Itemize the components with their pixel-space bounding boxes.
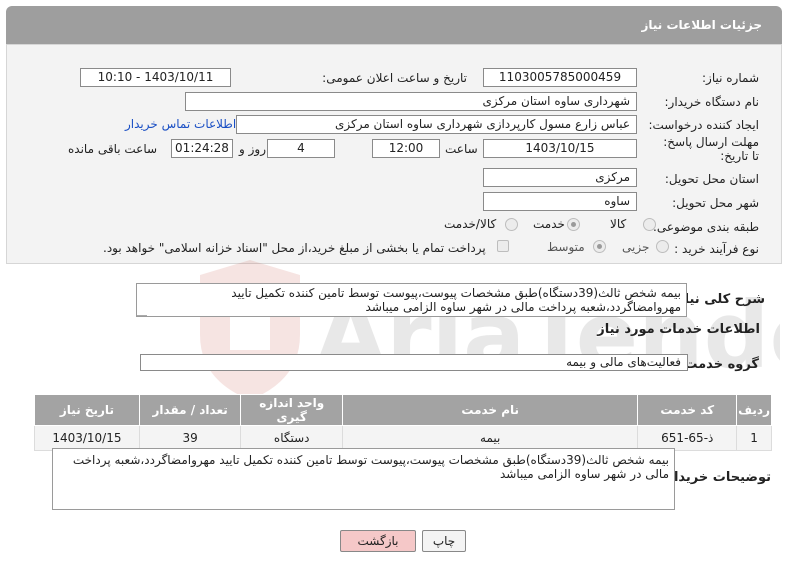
category-radio-goods-service[interactable] (505, 218, 518, 231)
remaining-time-field[interactable]: 01:24:28 (171, 139, 233, 158)
cell-quantity: 39 (138, 425, 242, 451)
process-radio-medium[interactable] (593, 240, 606, 253)
cell-row: 1 (736, 425, 772, 451)
treasury-payment-checkbox[interactable] (497, 240, 509, 252)
services-table-header: ردیف کد خدمت نام خدمت واحد اندازه گیری ت… (34, 394, 772, 426)
services-table: ردیف کد خدمت نام خدمت واحد اندازه گیری ت… (34, 394, 772, 451)
cell-service-name: بیمه (342, 425, 639, 451)
deadline-label: مهلت ارسال پاسخ: تا تاریخ: (663, 135, 759, 163)
print-button[interactable]: چاپ (422, 530, 466, 552)
deadline-date-field[interactable]: 1403/10/15 (483, 139, 637, 158)
page-header: جزئیات اطلاعات نیاز (6, 6, 782, 44)
category-option-service: خدمت (533, 217, 565, 231)
cell-unit: دستگاه (240, 425, 344, 451)
city-label: شهر محل تحویل: (672, 196, 759, 210)
cell-need-date: 1403/10/15 (34, 425, 140, 451)
service-group-field[interactable]: فعالیت‌های مالی و بیمه (140, 354, 688, 371)
services-section-title: اطلاعات خدمات مورد نیاز (597, 322, 760, 337)
buyer-contact-link[interactable]: اطلاعات تماس خریدار (125, 117, 236, 131)
category-radio-service[interactable] (567, 218, 580, 231)
creator-field[interactable]: عباس زارع مسول کارپردازی شهرداری ساوه اس… (236, 115, 637, 134)
col-unit: واحد اندازه گیری (240, 394, 344, 426)
process-option-medium: متوسط (547, 240, 585, 254)
city-field[interactable]: ساوه (483, 192, 637, 211)
resize-handle-icon (137, 305, 147, 316)
summary-textarea[interactable]: بیمه شخص ثالث(39دستگاه)طبق مشخصات پیوست،… (136, 283, 687, 317)
creator-label: ایجاد کننده درخواست: (648, 118, 759, 132)
category-option-goods-service: کالا/خدمت (444, 217, 497, 231)
buyer-field[interactable]: شهرداری ساوه استان مرکزی (185, 92, 637, 111)
deadline-time-field[interactable]: 12:00 (372, 139, 440, 158)
need-number-field[interactable]: 1103005785000459 (483, 68, 637, 87)
category-label: طبقه بندی موضوعی: (652, 220, 759, 234)
col-service-name: نام خدمت (342, 394, 639, 426)
buyer-notes-label: توضیحات خریدار: (661, 470, 771, 485)
col-row: ردیف (736, 394, 772, 426)
buyer-label: نام دستگاه خریدار: (664, 95, 760, 109)
process-option-minor: جزیی (622, 240, 650, 254)
col-quantity: تعداد / مقدار (138, 394, 242, 426)
category-radio-goods[interactable] (643, 218, 656, 231)
category-option-goods: کالا (610, 217, 627, 231)
service-group-label: گروه خدمت: (679, 357, 759, 372)
province-label: استان محل تحویل: (664, 172, 759, 186)
table-row: 1 ذ-65-651 بیمه دستگاه 39 1403/10/15 (34, 425, 772, 451)
back-button[interactable]: بازگشت (340, 530, 416, 552)
col-service-code: کد خدمت (637, 394, 738, 426)
col-need-date: تاریخ نیاز (34, 394, 140, 426)
process-label: نوع فرآیند خرید : (674, 242, 759, 256)
days-label: روز و (239, 142, 266, 156)
page-title: جزئیات اطلاعات نیاز (641, 18, 762, 32)
cell-service-code: ذ-65-651 (637, 425, 738, 451)
announce-label: تاریخ و ساعت اعلان عمومی: (322, 71, 467, 85)
days-field[interactable]: 4 (267, 139, 335, 158)
province-field[interactable]: مرکزی (483, 168, 637, 187)
deadline-time-label: ساعت (445, 142, 478, 156)
treasury-payment-note: پرداخت تمام یا بخشی از مبلغ خرید،از محل … (103, 241, 486, 255)
need-number-label: شماره نیاز: (702, 71, 759, 85)
watermark-shield-icon (200, 260, 300, 400)
process-radio-minor[interactable] (656, 240, 669, 253)
announce-field[interactable]: 1403/10/11 - 10:10 (80, 68, 231, 87)
remaining-label: ساعت باقی مانده (68, 142, 158, 156)
buyer-notes-textarea[interactable]: بیمه شخص ثالث(39دستگاه)طبق مشخصات پیوست،… (52, 448, 675, 510)
